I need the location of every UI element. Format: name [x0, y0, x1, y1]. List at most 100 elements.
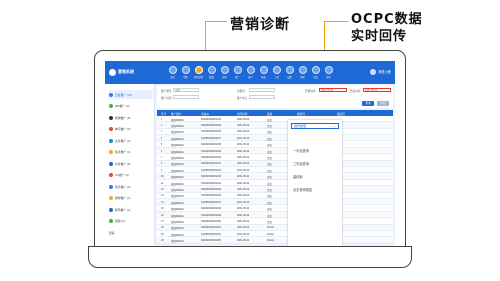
table-row[interactable]: 14 营销460001 610000000001247 2021-05-20 百度: [157, 199, 393, 206]
table-row[interactable]: 17 营销460001 610000000001250 2021-05-20 百度: [157, 218, 393, 225]
row-index: 14: [161, 200, 164, 204]
table-row[interactable]: 2 营销460001 610000000001235 2021-05-20 百度: [157, 122, 393, 129]
nav-item[interactable]: 线索: [219, 66, 230, 81]
table-header-cell[interactable]: 访问时间: [237, 112, 247, 116]
plan-select[interactable]: [173, 95, 199, 99]
sidebar-item[interactable]: 搜狗推广 (5): [109, 113, 153, 122]
table-row[interactable]: 16 营销460001 610000000001249 2021-05-20 百度: [157, 212, 393, 219]
sidebar-item[interactable]: 360推广 (3): [109, 102, 153, 111]
table-row[interactable]: 7 营销460001 610000000001240 2021-05-20 百度: [157, 154, 393, 161]
table-header-cell[interactable]: 来源: [267, 112, 272, 116]
table-row[interactable]: 9 营销460001 610000000001242 2021-05-20 百度: [157, 167, 393, 174]
app-logo-icon: [109, 69, 116, 76]
row-account: 营销460001: [171, 220, 184, 224]
table-row[interactable]: 5 营销460001 610000000001238 2021-05-20 百度: [157, 142, 393, 148]
nav-icon: [285, 66, 294, 74]
nav-item[interactable]: 消息: [310, 66, 321, 81]
row-source: 百度: [267, 220, 272, 224]
end-date-input[interactable]: 2021-05-21: [363, 88, 391, 92]
nav-label: 线索: [222, 77, 227, 79]
table-row[interactable]: 10 营销460001 610000000001243 2021-05-20 百度: [157, 173, 393, 180]
unit-select[interactable]: [249, 95, 275, 99]
nav-icon: [207, 66, 216, 74]
channel-icon: [109, 173, 113, 177]
table-header-cell[interactable]: 访客ID: [201, 112, 209, 116]
row-source: 百度: [267, 163, 272, 167]
keyword-input[interactable]: [249, 88, 275, 92]
sidebar-item[interactable]: 快手推广 (1): [109, 148, 153, 157]
sidebar-item[interactable]: 抖音推广 (6): [109, 159, 153, 168]
nav-item[interactable]: 营销诊断: [193, 66, 204, 81]
table-row[interactable]: 18 营销460001 610000000001251 2021-05-20 Firef…: [157, 224, 393, 232]
reset-button[interactable]: 重置: [377, 101, 389, 106]
sidebar-item[interactable]: UC推广 (2): [109, 171, 153, 180]
dropdown-option[interactable]: 三句话咨询: [293, 161, 309, 166]
data-table: 序号 推广账户 访客ID 访问时间 来源 搜索词 着陆页 1 营销460001 61000000…: [157, 110, 393, 244]
row-source: 百度: [267, 150, 272, 154]
user-menu[interactable]: 我是小爱: [370, 69, 391, 76]
table-row[interactable]: 4 营销460001 610000000001237 2021-05-20 百度: [157, 135, 393, 142]
row-source: Firefox: [267, 239, 275, 243]
nav-item[interactable]: 设置: [284, 66, 295, 81]
nav-item[interactable]: 报表: [258, 66, 269, 81]
table-row[interactable]: 3 营销460001 610000000001236 2021-05-20 百度: [157, 129, 393, 136]
row-visitor-id: 610000000001242: [201, 168, 221, 172]
nav-label: 首页: [170, 77, 175, 79]
nav-item[interactable]: 帮助: [297, 66, 308, 81]
table-header-cell[interactable]: 搜索词: [297, 112, 305, 116]
row-account: 营销460001: [171, 182, 184, 186]
dropdown-label: 回传类型: [294, 124, 307, 128]
start-date-input[interactable]: 2021-05-20: [319, 88, 347, 92]
table-row[interactable]: 1 营销460001 610000000001234 2021-05-20 百度: [157, 116, 393, 123]
dropdown-option[interactable]: 点击咨询按钮: [293, 187, 312, 192]
type-select[interactable]: 全部: [173, 88, 199, 92]
nav-label: 设置: [287, 77, 292, 79]
sidebar-item[interactable]: 百度推广 (21): [109, 90, 153, 99]
nav-item[interactable]: 诊断: [180, 66, 191, 81]
table-row[interactable]: 13 营销460001 610000000001246 2021-05-20 百度: [157, 193, 393, 200]
table-row[interactable]: 11 营销460001 610000000001244 2021-05-20 百度: [157, 180, 393, 187]
sidebar-more[interactable]: 更多: [109, 228, 153, 237]
row-visitor-id: 610000000001247: [201, 200, 221, 204]
search-button[interactable]: 查询: [362, 101, 374, 106]
keyword-label: 关键词: [237, 90, 245, 93]
row-source: 百度: [267, 214, 272, 218]
avatar: [370, 69, 377, 76]
row-source: 百度: [267, 201, 272, 205]
row-source: 百度: [267, 124, 272, 128]
callout-ocpc-line2: 实时回传: [351, 29, 408, 44]
nav-icon: [298, 66, 307, 74]
sidebar-item-label: 360推广 (3): [115, 104, 130, 108]
table-row[interactable]: 8 营销460001 610000000001241 2021-05-20 百度: [157, 160, 393, 168]
row-visitor-id: 610000000001235: [201, 123, 221, 127]
nav-item[interactable]: 推广: [232, 66, 243, 81]
channel-icon: [109, 184, 113, 189]
dropdown-select[interactable]: 回传类型 ⌄: [291, 123, 339, 129]
row-time: 2021-05-20: [237, 123, 250, 127]
table-row[interactable]: 12 营销460001 610000000001245 2021-05-20 百度: [157, 186, 393, 193]
sidebar-item[interactable]: 微博推广 (1): [109, 194, 153, 203]
table-row[interactable]: 20 营销460001 610000000001253 2021-05-20 Firef…: [157, 237, 393, 244]
nav-item[interactable]: 更多: [323, 66, 334, 81]
nav-item[interactable]: 工具: [271, 66, 282, 81]
table-row[interactable]: 15 营销460001 610000000001248 2021-05-20 百度: [157, 206, 393, 212]
table-header-cell[interactable]: 序号: [161, 112, 166, 116]
sidebar-item[interactable]: 知乎推广 (3): [109, 182, 153, 191]
table-row[interactable]: 6 营销460001 610000000001239 2021-05-20 百度: [157, 148, 393, 155]
sidebar-item[interactable]: 腾讯推广 (4): [109, 205, 153, 214]
channel-icon: [109, 138, 113, 143]
row-time: 2021-05-20: [237, 232, 250, 236]
table-header-cell[interactable]: 推广账户: [171, 112, 181, 116]
nav-item[interactable]: 数据: [206, 66, 217, 81]
nav-label: 工具: [274, 77, 279, 79]
table-row[interactable]: 19 营销460001 610000000001252 2021-05-20 Firef…: [157, 231, 393, 238]
sidebar-item[interactable]: 其他 (2): [109, 217, 153, 226]
dropdown-option[interactable]: 一句话咨询: [293, 148, 309, 153]
table-header-cell[interactable]: 着陆页: [337, 112, 345, 116]
nav-item[interactable]: 客户: [245, 66, 256, 81]
row-account: 营销460001: [171, 118, 184, 122]
dropdown-option[interactable]: 留线索: [293, 174, 303, 179]
sidebar-item[interactable]: 神马推广 (2): [109, 125, 153, 134]
sidebar-item[interactable]: 头条推广 (4): [109, 136, 153, 145]
nav-item[interactable]: 首页: [167, 66, 178, 81]
